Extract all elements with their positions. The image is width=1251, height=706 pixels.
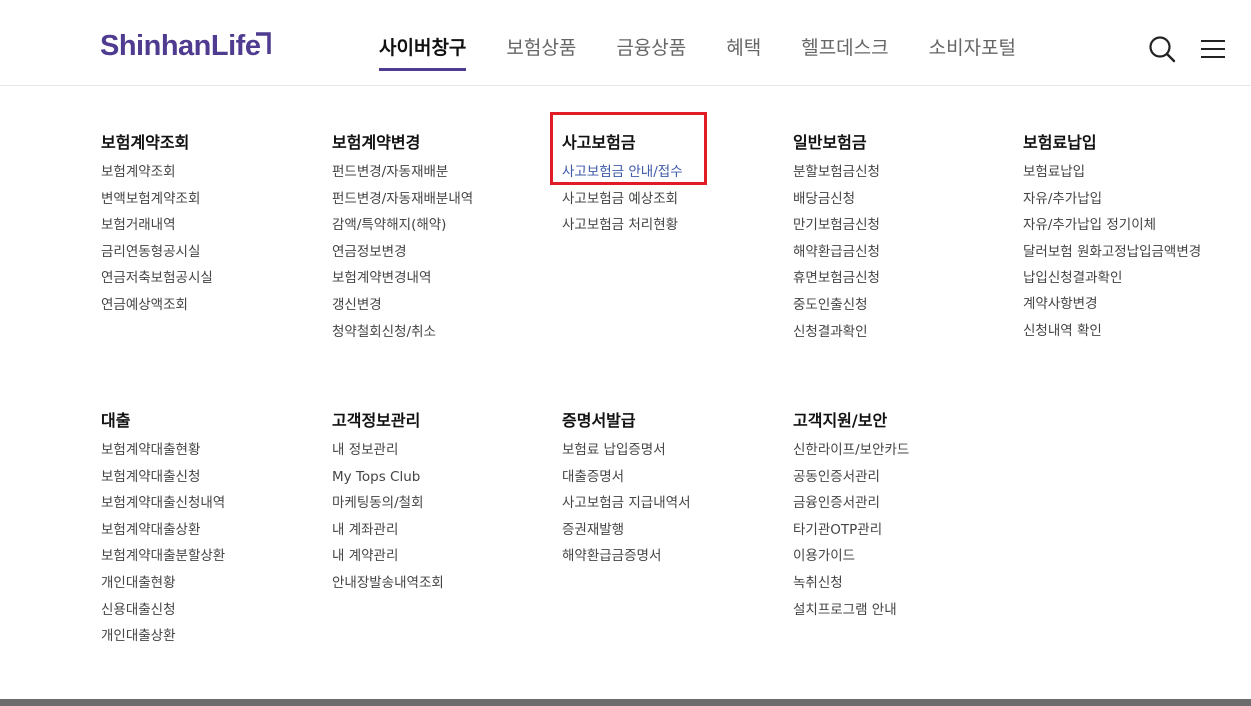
menu-item[interactable]: 보험료납입 bbox=[1023, 159, 1223, 186]
nav-benefits[interactable]: 혜택 bbox=[726, 33, 761, 71]
hamburger-menu-icon[interactable] bbox=[1200, 38, 1226, 60]
menu-item[interactable]: 자유/추가납입 bbox=[1023, 186, 1223, 213]
menu-item[interactable]: 만기보험금신청 bbox=[793, 212, 993, 239]
menu-item[interactable]: 신청결과확인 bbox=[793, 319, 993, 346]
menu-item[interactable]: 보험계약대출신청내역 bbox=[101, 490, 301, 517]
menu-group-general-claim: 일반보험금 분할보험금신청 배당금신청 만기보험금신청 해약환급금신청 휴면보험… bbox=[793, 129, 993, 345]
menu-item[interactable]: 이용가이드 bbox=[793, 543, 993, 570]
logo-mark-icon bbox=[256, 32, 271, 54]
menu-item[interactable]: 중도인출신청 bbox=[793, 292, 993, 319]
menu-item[interactable]: 녹취신청 bbox=[793, 570, 993, 597]
menu-item[interactable]: 자유/추가납입 정기이체 bbox=[1023, 212, 1223, 239]
menu-item[interactable]: 내 정보관리 bbox=[332, 437, 532, 464]
menu-item[interactable]: 금융인증서관리 bbox=[793, 490, 993, 517]
menu-item[interactable]: My Tops Club bbox=[332, 464, 532, 491]
main-nav: 사이버창구 보험상품 금융상품 혜택 헬프데스크 소비자포털 bbox=[379, 33, 1056, 71]
logo[interactable]: ShinhanLife bbox=[100, 30, 261, 63]
menu-item[interactable]: 내 계좌관리 bbox=[332, 517, 532, 544]
menu-item[interactable]: 청약철회신청/취소 bbox=[332, 319, 532, 346]
menu-item[interactable]: 연금정보변경 bbox=[332, 239, 532, 266]
menu-item[interactable]: 신청내역 확인 bbox=[1023, 318, 1223, 345]
menu-group-title: 고객정보관리 bbox=[332, 411, 421, 430]
menu-item[interactable]: 보험료 납입증명서 bbox=[562, 437, 762, 464]
menu-item[interactable]: 보험계약조회 bbox=[101, 159, 301, 186]
header: ShinhanLife 사이버창구 보험상품 금융상품 혜택 헬프데스크 소비자… bbox=[0, 0, 1251, 86]
menu-item[interactable]: 연금저축보험공시실 bbox=[101, 265, 301, 292]
menu-group-title: 일반보험금 bbox=[793, 133, 867, 152]
menu-group-title: 증명서발급 bbox=[562, 411, 636, 430]
menu-item[interactable]: 보험계약변경내역 bbox=[332, 265, 532, 292]
menu-item[interactable]: 사고보험금 처리현황 bbox=[562, 212, 762, 239]
nav-insurance-products[interactable]: 보험상품 bbox=[506, 33, 576, 71]
nav-consumer-portal[interactable]: 소비자포털 bbox=[929, 33, 1016, 71]
menu-item[interactable]: 개인대출현황 bbox=[101, 570, 301, 597]
menu-group-premium-payment: 보험료납입 보험료납입 자유/추가납입 자유/추가납입 정기이체 달러보험 원화… bbox=[1023, 129, 1223, 345]
menu-item[interactable]: 변액보험계약조회 bbox=[101, 186, 301, 213]
menu-group-title: 보험계약변경 bbox=[332, 133, 421, 152]
menu-group-support-security: 고객지원/보안 신한라이프/보안카드 공동인증서관리 금융인증서관리 타기관OT… bbox=[793, 407, 993, 623]
menu-item[interactable]: 사고보험금 예상조회 bbox=[562, 186, 762, 213]
menu-item[interactable]: 감액/특약해지(해약) bbox=[332, 212, 532, 239]
menu-group-customer-info: 고객정보관리 내 정보관리 My Tops Club 마케팅동의/철회 내 계좌… bbox=[332, 407, 532, 597]
menu-item[interactable]: 보험계약대출신청 bbox=[101, 464, 301, 491]
menu-item[interactable]: 갱신변경 bbox=[332, 292, 532, 319]
page: ShinhanLife 사이버창구 보험상품 금융상품 혜택 헬프데스크 소비자… bbox=[0, 0, 1251, 706]
menu-group-title: 사고보험금 bbox=[562, 133, 636, 152]
nav-cyber-center[interactable]: 사이버창구 bbox=[379, 33, 467, 71]
menu-item[interactable]: 계약사항변경 bbox=[1023, 291, 1223, 318]
bottom-scroll-bar[interactable] bbox=[0, 699, 1251, 706]
menu-group-contract-inquiry: 보험계약조회 보험계약조회 변액보험계약조회 보험거래내역 금리연동형공시실 연… bbox=[101, 129, 301, 319]
menu-item[interactable]: 금리연동형공시실 bbox=[101, 239, 301, 266]
menu-item[interactable]: 내 계약관리 bbox=[332, 543, 532, 570]
menu-item[interactable]: 보험거래내역 bbox=[101, 212, 301, 239]
menu-group-contract-change: 보험계약변경 펀드변경/자동재배분 펀드변경/자동재배분내역 감액/특약해지(해… bbox=[332, 129, 532, 345]
nav-financial-products[interactable]: 금융상품 bbox=[616, 33, 686, 71]
menu-item[interactable]: 해약환급금증명서 bbox=[562, 543, 762, 570]
menu-item[interactable]: 달러보험 원화고정납입금액변경 bbox=[1023, 239, 1213, 265]
menu-group-title: 보험계약조회 bbox=[101, 133, 190, 152]
menu-item[interactable]: 신용대출신청 bbox=[101, 597, 301, 624]
menu-item[interactable]: 납입신청결과확인 bbox=[1023, 265, 1223, 292]
menu-item[interactable]: 분할보험금신청 bbox=[793, 159, 993, 186]
menu-item[interactable]: 증권재발행 bbox=[562, 517, 762, 544]
search-icon[interactable] bbox=[1148, 35, 1176, 63]
menu-item[interactable]: 안내장발송내역조회 bbox=[332, 570, 532, 597]
menu-item[interactable]: 설치프로그램 안내 bbox=[793, 597, 993, 624]
nav-help-desk[interactable]: 헬프데스크 bbox=[801, 33, 888, 71]
menu-item[interactable]: 대출증명서 bbox=[562, 464, 762, 491]
menu-item[interactable]: 마케팅동의/철회 bbox=[332, 490, 532, 517]
menu-item[interactable]: 사고보험금 지급내역서 bbox=[562, 490, 762, 517]
menu-item[interactable]: 해약환급금신청 bbox=[793, 239, 993, 266]
menu-group-title: 대출 bbox=[101, 411, 131, 430]
menu-group-title: 고객지원/보안 bbox=[793, 411, 888, 430]
menu-item[interactable]: 연금예상액조회 bbox=[101, 292, 301, 319]
menu-item[interactable]: 보험계약대출현황 bbox=[101, 437, 301, 464]
menu-item[interactable]: 휴면보험금신청 bbox=[793, 265, 993, 292]
menu-item[interactable]: 배당금신청 bbox=[793, 186, 993, 213]
menu-group-accident-claim: 사고보험금 사고보험금 안내/접수 사고보험금 예상조회 사고보험금 처리현황 bbox=[562, 129, 762, 239]
menu-item[interactable]: 보험계약대출분할상환 bbox=[101, 543, 301, 570]
menu-item[interactable]: 신한라이프/보안카드 bbox=[793, 437, 993, 464]
menu-group-certificates: 증명서발급 보험료 납입증명서 대출증명서 사고보험금 지급내역서 증권재발행 … bbox=[562, 407, 762, 570]
menu-item[interactable]: 보험계약대출상환 bbox=[101, 517, 301, 544]
menu-group-title: 보험료납입 bbox=[1023, 133, 1097, 152]
menu-item[interactable]: 펀드변경/자동재배분 bbox=[332, 159, 532, 186]
menu-item[interactable]: 개인대출상환 bbox=[101, 623, 301, 650]
menu-item[interactable]: 펀드변경/자동재배분내역 bbox=[332, 186, 532, 213]
menu-item[interactable]: 타기관OTP관리 bbox=[793, 517, 993, 544]
menu-item-accident-claim-apply[interactable]: 사고보험금 안내/접수 bbox=[562, 159, 762, 186]
menu-group-loan: 대출 보험계약대출현황 보험계약대출신청 보험계약대출신청내역 보험계약대출상환… bbox=[101, 407, 301, 650]
menu-item[interactable]: 공동인증서관리 bbox=[793, 464, 993, 491]
